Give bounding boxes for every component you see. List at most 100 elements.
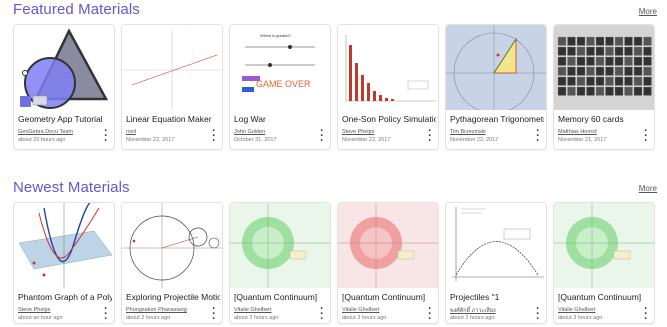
memory-card-tile xyxy=(567,46,576,56)
card-author[interactable]: GeoGebra Docu Team xyxy=(18,129,73,135)
card-title[interactable]: Linear Equation Maker xyxy=(126,114,220,124)
memory-card-tile xyxy=(643,46,652,56)
card-thumbnail xyxy=(554,203,654,288)
memory-card-tile xyxy=(586,76,595,86)
memory-card-tile xyxy=(586,56,595,66)
card-thumbnail xyxy=(14,25,114,110)
material-card[interactable]: Geometry App Tutorial GeoGebra Docu Team… xyxy=(13,24,115,150)
card-date: about an hour ago xyxy=(18,315,63,321)
card-author[interactable]: Steve Phelps xyxy=(342,129,374,135)
kebab-menu-icon[interactable]: · · · xyxy=(427,126,433,147)
memory-card-tile xyxy=(557,56,567,66)
card-title[interactable]: Pythagorean Trigonometry xyxy=(450,114,544,124)
kebab-menu-icon[interactable]: · · · xyxy=(535,304,541,324)
memory-card-tile xyxy=(643,86,652,96)
memory-card-tile xyxy=(595,86,605,96)
material-card[interactable]: [Quantum Continuum] Vitalie Ghelbert abo… xyxy=(337,202,439,324)
featured-more-link[interactable]: More xyxy=(639,7,657,16)
memory-card-tile xyxy=(567,86,576,96)
material-card[interactable]: Pythagorean Trigonometry Tim Brzezinski … xyxy=(445,24,547,150)
memory-card-tile xyxy=(614,36,624,46)
kebab-menu-icon[interactable]: · · · xyxy=(211,304,217,324)
card-thumbnail xyxy=(446,25,546,110)
card-thumbnail xyxy=(338,25,438,110)
card-author[interactable]: พงศ์ศักดิ์ ภาวะเสียง xyxy=(450,307,496,315)
card-title[interactable]: [Quantum Continuum] xyxy=(558,292,652,302)
memory-card-tile xyxy=(614,76,624,86)
card-author[interactable]: Phongsakon Phavasiang xyxy=(126,307,187,313)
material-card[interactable]: Memory 60 cards Matthias Hornof November… xyxy=(553,24,655,150)
material-card[interactable]: [Quantum Continuum] Vitalie Ghelbert abo… xyxy=(553,202,655,324)
card-author[interactable]: Vitalie Ghelbert xyxy=(342,307,380,313)
3d-graph-icon xyxy=(18,203,113,288)
card-thumbnail: Which is greater? GAME OVER xyxy=(230,25,330,110)
card-thumbnail xyxy=(122,25,222,110)
memory-card-tile xyxy=(586,36,595,46)
featured-title: Featured Materials xyxy=(13,1,140,18)
card-thumbnail xyxy=(230,203,330,288)
card-date: November 22, 2017 xyxy=(450,137,499,143)
card-title[interactable]: Projectiles "1 xyxy=(450,292,544,302)
kebab-menu-icon[interactable]: · · · xyxy=(103,126,109,147)
memory-card-tile xyxy=(557,66,567,76)
material-card[interactable]: Phantom Graph of a Polynomial Steve Phel… xyxy=(13,202,115,324)
card-title[interactable]: [Quantum Continuum] xyxy=(342,292,436,302)
memory-card-tile xyxy=(595,76,605,86)
card-author[interactable]: Vitalie Ghelbert xyxy=(234,307,272,313)
kebab-menu-icon[interactable]: · · · xyxy=(643,304,649,324)
kebab-menu-icon[interactable]: · · · xyxy=(319,126,325,147)
card-title[interactable]: Exploring Projectile Motion xyxy=(126,292,220,302)
newest-more-link[interactable]: More xyxy=(639,184,657,193)
material-card[interactable]: One-Son Policy Simulation Steve Phelps N… xyxy=(337,24,439,150)
geogebra-logo-icon xyxy=(20,28,109,109)
kebab-menu-icon[interactable]: · · · xyxy=(427,304,433,324)
linear-graph-icon xyxy=(122,30,222,110)
memory-card-tile xyxy=(605,86,614,96)
memory-card-tile xyxy=(557,36,567,46)
card-title[interactable]: [Quantum Continuum] xyxy=(234,292,328,302)
card-title[interactable]: One-Son Policy Simulation xyxy=(342,114,436,124)
card-author[interactable]: Matthias Hornof xyxy=(558,129,597,135)
card-author[interactable]: John Golden xyxy=(234,129,265,135)
memory-card-tile xyxy=(643,56,652,66)
card-title[interactable]: Memory 60 cards xyxy=(558,114,652,124)
card-author[interactable]: Steve Phelps xyxy=(18,307,50,313)
memory-card-tile xyxy=(576,36,586,46)
parabola-icon xyxy=(452,207,544,281)
material-card[interactable]: [Quantum Continuum] Vitalie Ghelbert abo… xyxy=(229,202,331,324)
card-author[interactable]: Vitalie Ghelbert xyxy=(558,307,596,313)
memory-card-tile xyxy=(576,46,586,56)
green-target-icon xyxy=(554,203,654,288)
memory-card-tile xyxy=(605,76,614,86)
card-title[interactable]: Log War xyxy=(234,114,328,124)
game-over-icon: Which is greater? GAME OVER xyxy=(242,33,315,92)
material-card[interactable]: Which is greater? GAME OVER Log War John… xyxy=(229,24,331,150)
card-date: about 3 hours ago xyxy=(342,315,387,321)
memory-card-tile xyxy=(614,86,624,96)
material-card[interactable]: Exploring Projectile Motion Phongsakon P… xyxy=(121,202,223,324)
memory-card-tile xyxy=(576,76,586,86)
kebab-menu-icon[interactable]: · · · xyxy=(319,304,325,324)
kebab-menu-icon[interactable]: · · · xyxy=(103,304,109,324)
card-thumbnail xyxy=(338,203,438,288)
triangle-icon xyxy=(446,25,546,110)
memory-card-tile xyxy=(624,66,633,76)
memory-card-tile xyxy=(595,66,605,76)
card-grid-icon xyxy=(554,25,654,110)
memory-card-tile xyxy=(567,76,576,86)
memory-card-tile xyxy=(557,76,567,86)
kebab-menu-icon[interactable]: · · · xyxy=(643,126,649,147)
kebab-menu-icon[interactable]: · · · xyxy=(211,126,217,147)
material-card[interactable]: Projectiles "1 พงศ์ศักดิ์ ภาวะเสียง abou… xyxy=(445,202,547,324)
card-title[interactable]: Geometry App Tutorial xyxy=(18,114,112,124)
card-author[interactable]: rosil xyxy=(126,129,136,135)
memory-card-tile xyxy=(624,86,633,96)
kebab-menu-icon[interactable]: · · · xyxy=(535,126,541,147)
card-thumbnail xyxy=(446,203,546,288)
memory-card-tile xyxy=(624,46,633,56)
card-author[interactable]: Tim Brzezinski xyxy=(450,129,486,135)
card-thumbnail xyxy=(554,25,654,110)
material-card[interactable]: Linear Equation Maker rosil November 22,… xyxy=(121,24,223,150)
card-title[interactable]: Phantom Graph of a Polynomial xyxy=(18,292,112,302)
memory-card-tile xyxy=(567,56,576,66)
